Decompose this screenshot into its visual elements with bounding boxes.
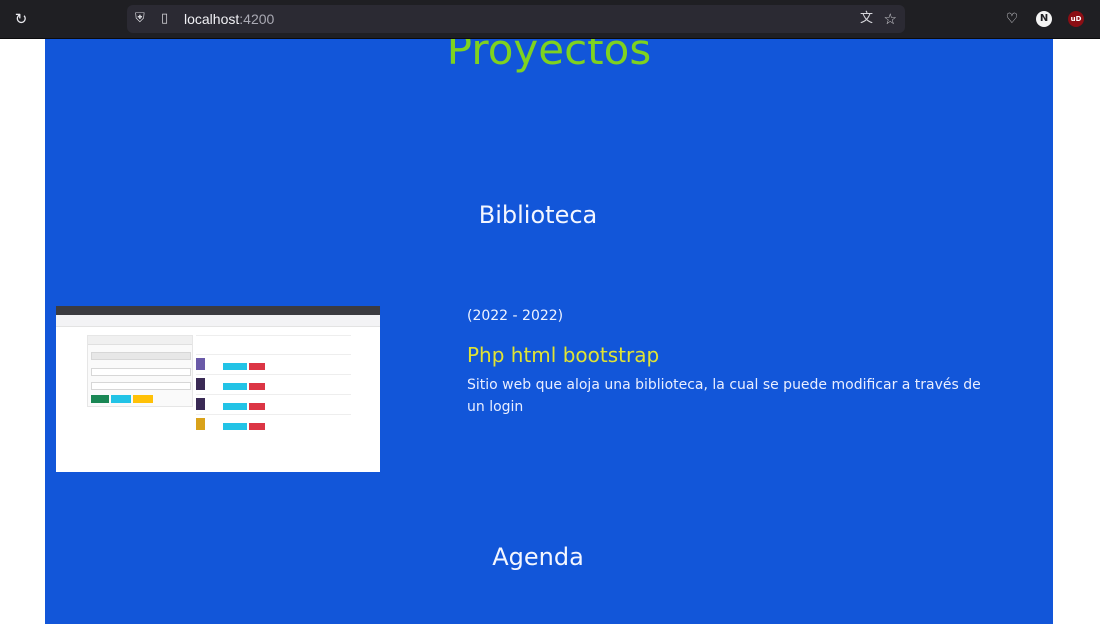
bookmark-star-icon[interactable]: ☆ bbox=[884, 5, 897, 33]
project-name: Php html bootstrap bbox=[467, 343, 660, 367]
screenshot-form bbox=[87, 335, 193, 407]
url-text[interactable]: localhost:4200 bbox=[184, 5, 274, 33]
project-details: (2022 - 2022) Php html bootstrap Sitio w… bbox=[467, 307, 987, 418]
url-port: :4200 bbox=[239, 11, 275, 27]
portfolio-content: Proyectos Biblioteca (2022 - 2022) Php h… bbox=[45, 39, 1053, 624]
section-title-agenda: Agenda bbox=[492, 543, 584, 571]
account-avatar-icon[interactable]: N bbox=[1036, 11, 1052, 27]
project-screenshot bbox=[56, 306, 380, 472]
ublock-icon[interactable]: uD bbox=[1068, 11, 1084, 27]
page-icon: ▯ bbox=[161, 11, 169, 26]
page-title: Proyectos bbox=[446, 39, 652, 74]
address-bar[interactable]: ⛨ ▯ localhost:4200 文 ☆ bbox=[127, 5, 905, 33]
url-host: localhost bbox=[184, 11, 240, 27]
translate-icon[interactable]: 文 bbox=[860, 5, 873, 33]
screenshot-navbar bbox=[56, 315, 380, 327]
screenshot-browser-bar bbox=[56, 306, 380, 315]
shield-icon[interactable]: ⛨ bbox=[135, 5, 145, 33]
project-description: Sitio web que aloja una biblioteca, la c… bbox=[467, 377, 981, 415]
pocket-icon[interactable]: ♡ bbox=[1003, 0, 1021, 38]
reload-icon[interactable]: ↻ bbox=[10, 0, 32, 38]
section-title-biblioteca: Biblioteca bbox=[478, 201, 598, 229]
browser-toolbar: ↻ ⛨ ▯ localhost:4200 文 ☆ ♡ N uD bbox=[0, 0, 1100, 39]
screenshot-table bbox=[196, 335, 351, 434]
project-years: (2022 - 2022) bbox=[467, 308, 564, 324]
page-viewport: Proyectos Biblioteca (2022 - 2022) Php h… bbox=[0, 39, 1100, 624]
